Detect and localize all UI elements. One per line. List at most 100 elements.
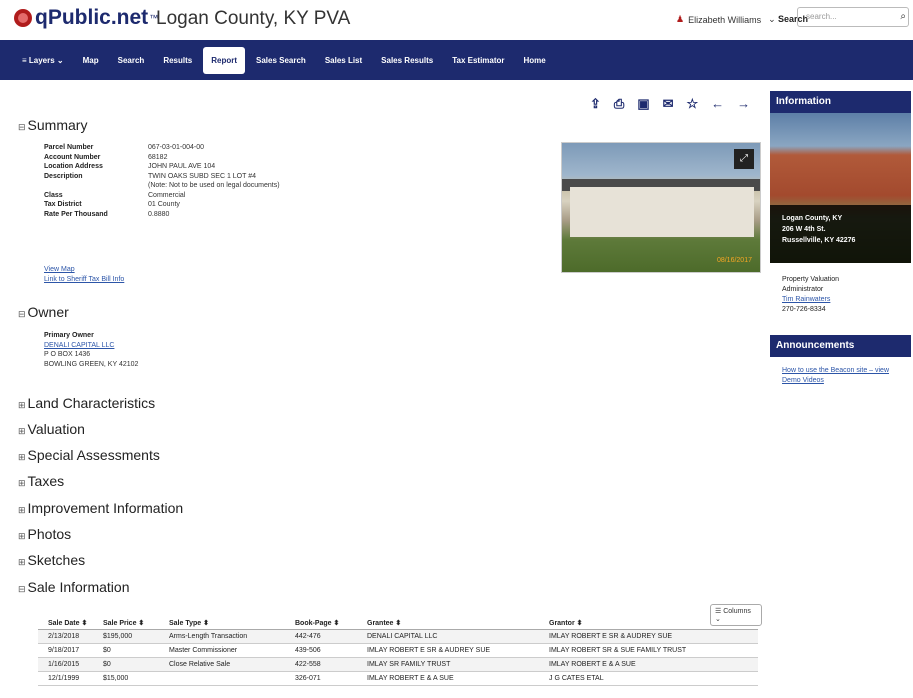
caption-city: Russellville, KY 42276 bbox=[782, 237, 856, 244]
grantee: IMLAY SR FAMILY TRUST bbox=[367, 661, 451, 668]
nav-tax-estimator[interactable]: Tax Estimator bbox=[452, 56, 504, 65]
section-label: Special Assessments bbox=[27, 447, 160, 463]
search-input[interactable]: search... ⌕ bbox=[797, 7, 909, 27]
pva-name-link[interactable]: Tim Rainwaters bbox=[782, 295, 899, 305]
parcel-number: 067-03-01-004-00 bbox=[148, 144, 205, 151]
field-label: Rate Per Thousand bbox=[44, 210, 108, 218]
field-label: Class bbox=[44, 191, 63, 199]
nav-search[interactable]: Search bbox=[118, 56, 145, 65]
owner-title-text: Owner bbox=[27, 304, 69, 320]
nav-map[interactable]: Map bbox=[83, 56, 99, 65]
owner-section-title[interactable]: ⊟ Owner bbox=[18, 304, 69, 320]
field-label bbox=[44, 181, 148, 191]
search-icon[interactable]: ⌕ bbox=[900, 11, 906, 22]
office-caption: Logan County, KY 206 W 4th St. Russellvi… bbox=[770, 205, 911, 263]
chevron-down-icon: ⌄ bbox=[768, 14, 776, 24]
expand-section-icon: ⊞ bbox=[18, 505, 26, 515]
grantor: J G CATES ETAL bbox=[549, 675, 604, 682]
nav-home[interactable]: Home bbox=[524, 56, 546, 65]
pva-contact: Property Valuation Administrator Tim Rai… bbox=[770, 263, 911, 327]
expand-icon[interactable]: ⤢ bbox=[734, 149, 754, 169]
summary-fields: Parcel Number 067-03-01-004-00 Account Nu… bbox=[44, 143, 280, 219]
section-land-characteristics[interactable]: ⊞ Land Characteristics bbox=[18, 395, 155, 411]
grantee: DENALI CAPITAL LLC bbox=[367, 633, 438, 640]
section-photos[interactable]: ⊞ Photos bbox=[18, 526, 71, 542]
nav-layers-label: Layers bbox=[28, 55, 55, 65]
section-sketches[interactable]: ⊞ Sketches bbox=[18, 552, 85, 568]
table-row: 1/16/2015 $0 Close Relative Sale 422-558… bbox=[38, 658, 758, 672]
description: TWIN OAKS SUBD SEC 1 LOT #4 bbox=[148, 172, 257, 180]
email-icon[interactable]: ✉ bbox=[663, 96, 674, 112]
field-label: Tax District bbox=[44, 201, 82, 208]
nav-sales-search[interactable]: Sales Search bbox=[256, 56, 306, 65]
primary-owner-label: Primary Owner bbox=[44, 332, 94, 339]
sales-table: Sale Date ⬍ Sale Price ⬍ Sale Type ⬍ Boo… bbox=[38, 616, 758, 686]
table-row: 2/13/2018 $195,000 Arms-Length Transacti… bbox=[38, 630, 758, 644]
image-icon[interactable]: ▣ bbox=[637, 96, 649, 112]
tax-district: 01 County bbox=[148, 201, 180, 208]
owner-address-1: P O BOX 1436 bbox=[44, 351, 91, 358]
grantor: IMLAY ROBERT E & A SUE bbox=[549, 661, 636, 668]
brand-logo[interactable]: qPublic.net ™ bbox=[14, 6, 158, 30]
section-label: Taxes bbox=[27, 473, 65, 489]
sale-date: 1/16/2015 bbox=[48, 661, 80, 668]
nav-results[interactable]: Results bbox=[163, 56, 192, 65]
arrow-left-icon[interactable]: ← bbox=[711, 96, 724, 112]
summary-links: View Map Link to Sheriff Tax Bill Info bbox=[44, 265, 124, 284]
nav-layers[interactable]: ≡ Layers ⌄ bbox=[22, 56, 64, 65]
share-icon[interactable]: ⇪ bbox=[590, 96, 601, 112]
globe-icon bbox=[14, 9, 32, 27]
photo-building bbox=[570, 187, 754, 237]
nav-report[interactable]: Report bbox=[203, 46, 245, 74]
announcements-body: How to use the Beacon site – view Demo V… bbox=[770, 357, 911, 395]
arrow-right-icon[interactable]: → bbox=[737, 96, 750, 112]
header-sale-type[interactable]: Sale Type ⬍ bbox=[169, 619, 295, 627]
location-address: JOHN PAUL AVE 104 bbox=[148, 163, 216, 170]
demo-videos-link[interactable]: How to use the Beacon site – view Demo V… bbox=[782, 367, 889, 384]
section-special-assessments[interactable]: ⊞ Special Assessments bbox=[18, 447, 160, 463]
owner-name-link[interactable]: DENALI CAPITAL LLC bbox=[44, 341, 138, 351]
book-page: 422-558 bbox=[295, 661, 321, 668]
header-sale-price[interactable]: Sale Price ⬍ bbox=[103, 619, 169, 627]
user-menu[interactable]: ♟ Elizabeth Williams ⌄ bbox=[676, 14, 776, 25]
county-title: Logan County, KY PVA bbox=[156, 8, 351, 29]
summary-section-title[interactable]: ⊟ Summary bbox=[18, 117, 87, 133]
grantor: IMLAY ROBERT SR & SUE FAMILY TRUST bbox=[549, 647, 687, 654]
grantee: IMLAY ROBERT E & A SUE bbox=[367, 675, 454, 682]
top-bar: qPublic.net ™ Logan County, KY PVA ♟ Eliz… bbox=[0, 0, 913, 40]
report-toolbar: ⇪ ⎙ ▣ ✉ ☆ ← → bbox=[590, 96, 750, 112]
section-label: Land Characteristics bbox=[27, 395, 156, 411]
header-book-page[interactable]: Book-Page ⬍ bbox=[295, 619, 367, 627]
sale-type: Arms-Length Transaction bbox=[169, 633, 248, 640]
sale-price: $0 bbox=[103, 661, 111, 668]
caption-county: Logan County, KY bbox=[782, 215, 843, 222]
header-grantee[interactable]: Grantee ⬍ bbox=[367, 619, 549, 627]
nav-sales-results[interactable]: Sales Results bbox=[381, 56, 433, 65]
book-page: 439-506 bbox=[295, 647, 321, 654]
section-improvement-information[interactable]: ⊞ Improvement Information bbox=[18, 500, 183, 516]
sale-type: Master Commissioner bbox=[169, 647, 238, 654]
pva-phone: 270-726-8334 bbox=[782, 306, 826, 313]
sheriff-tax-link[interactable]: Link to Sheriff Tax Bill Info bbox=[44, 276, 124, 283]
field-label: Description bbox=[44, 172, 83, 180]
pva-office-photo: Logan County, KY 206 W 4th St. Russellvi… bbox=[770, 113, 911, 263]
star-icon[interactable]: ☆ bbox=[687, 96, 699, 112]
view-map-link[interactable]: View Map bbox=[44, 266, 75, 273]
header-grantor[interactable]: Grantor ⬍ bbox=[549, 619, 749, 627]
section-valuation[interactable]: ⊞ Valuation bbox=[18, 421, 85, 437]
section-taxes[interactable]: ⊞ Taxes bbox=[18, 473, 64, 489]
nav-sales-list[interactable]: Sales List bbox=[325, 56, 362, 65]
legal-note: (Note: Not to be used on legal documents… bbox=[148, 182, 280, 189]
print-icon[interactable]: ⎙ bbox=[614, 96, 624, 112]
property-photo[interactable]: ⤢ 08/16/2017 bbox=[561, 142, 761, 273]
table-row: 9/18/2017 $0 Master Commissioner 439-506… bbox=[38, 644, 758, 658]
sale-information-section-title[interactable]: ⊟ Sale Information bbox=[18, 579, 130, 595]
sale-date: 9/18/2017 bbox=[48, 647, 80, 654]
announcements-header: Announcements bbox=[770, 335, 911, 357]
sale-date: 12/1/1999 bbox=[48, 675, 80, 682]
account-number: 68182 bbox=[148, 153, 168, 161]
header-sale-date[interactable]: Sale Date ⬍ bbox=[38, 619, 103, 627]
sale-date: 2/13/2018 bbox=[48, 633, 80, 640]
expand-section-icon: ⊞ bbox=[18, 531, 26, 541]
table-row: 12/1/1999 $15,000 326-071 IMLAY ROBERT E… bbox=[38, 672, 758, 686]
